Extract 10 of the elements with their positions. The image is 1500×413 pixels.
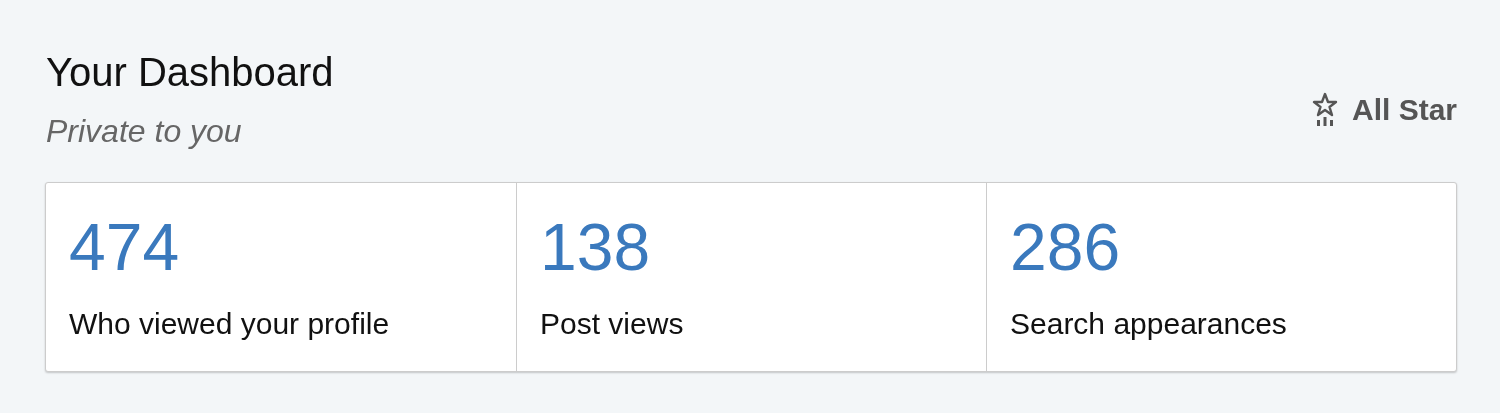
dashboard-title: Your Dashboard	[46, 50, 334, 95]
stat-value[interactable]: 474	[69, 211, 496, 283]
stat-value[interactable]: 138	[540, 211, 966, 283]
stat-value[interactable]: 286	[1010, 211, 1436, 283]
star-icon	[1311, 92, 1338, 128]
profile-strength-label: All Star	[1351, 93, 1457, 127]
privacy-note: Private to you	[46, 113, 243, 150]
stat-label[interactable]: Search appearances	[1010, 307, 1436, 341]
stat-label[interactable]: Post views	[540, 307, 966, 341]
stat-label[interactable]: Who viewed your profile	[69, 307, 496, 341]
